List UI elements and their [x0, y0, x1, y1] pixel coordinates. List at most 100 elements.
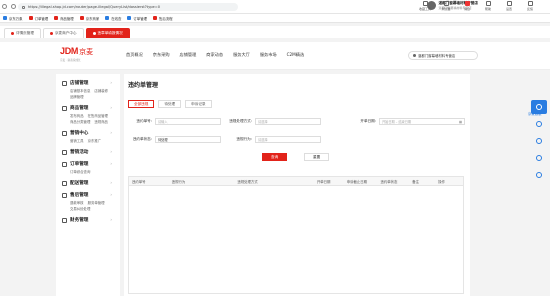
browser-topbar: https://illegal.shop.jd.com/router/page-… — [0, 0, 550, 14]
sidebar-group-title[interactable]: 营销中心 › — [62, 130, 120, 136]
chevron-right-icon: › — [110, 161, 112, 166]
box-icon — [62, 105, 67, 111]
bookmark[interactable]: 售后流程 — [152, 16, 173, 21]
sidebar-group-title[interactable]: 店铺管理 › — [62, 80, 120, 86]
browser-tabs: 详情页管理 京麦商户中心 违章单填报情况 — [0, 26, 550, 38]
sidebar-link[interactable]: 服务单管理 — [88, 200, 105, 205]
type-select[interactable]: 请选择 — [255, 118, 321, 125]
sidebar-link[interactable]: 交易纠纷处理 — [70, 206, 90, 211]
sidebar-group-title[interactable]: 配送管理 › — [62, 180, 120, 186]
sidebar-group: 商品管理 › 发布商品 在售商品管理 商品分类管理 违规商品 — [56, 99, 120, 124]
bookmarks-bar: 京东万象 订单管理 商品管理 京东商家 在线查 订单管理 售后流程 — [0, 14, 550, 23]
tab-merchant[interactable]: 京麦商户中心 — [42, 28, 84, 38]
date-range-picker[interactable]: 开始日期 – 结束日期 ▦ — [379, 118, 465, 125]
table-header: 违约单号 违规行为 违规处理方式 开单日期 申诉截止日期 违约单状态 备注 操作 — [129, 177, 463, 186]
service-icon — [62, 192, 67, 198]
sidebar-link[interactable]: 营销工具 — [70, 138, 84, 143]
sidebar-link[interactable]: 在售商品管理 — [88, 113, 108, 118]
help-icon — [485, 1, 491, 6]
float-button[interactable] — [531, 134, 547, 148]
source-label: 违规行为: — [236, 137, 252, 141]
bookmark[interactable]: 京东商家 — [79, 16, 99, 21]
jdm-logo[interactable]: JDM京麦 京麦 · 助商家成长 — [60, 46, 102, 66]
toolbar-item[interactable]: 帮助 — [480, 1, 496, 11]
toolbar-item[interactable]: 浏览器 — [438, 1, 454, 11]
search-button[interactable]: 查询 — [262, 153, 288, 161]
nav-item[interactable]: 商家动态 — [206, 52, 223, 58]
bookmark-icon — [127, 16, 132, 20]
toolbar-item[interactable]: 反馈 — [522, 1, 538, 11]
sidebar-link[interactable]: 退款审核 — [70, 200, 84, 205]
tab-violation[interactable]: 违章单填报情况 — [85, 28, 130, 38]
sidebar-link[interactable]: 商品分类管理 — [70, 119, 90, 124]
reset-button[interactable]: 重置 — [304, 153, 330, 161]
sidebar-link[interactable]: 店铺装修 — [94, 88, 108, 93]
bookmark-icon — [54, 16, 59, 20]
url-text[interactable]: https://illegal.shop.jd.com/router/page-… — [28, 5, 160, 9]
sidebar-group: 营销活动 › — [56, 143, 120, 155]
bookmark-icon — [105, 16, 110, 20]
nav-buttons — [2, 4, 16, 9]
tab-appeal[interactable]: 申诉记录 — [185, 100, 212, 108]
toolbar-item[interactable]: 消息 — [459, 1, 475, 11]
bookmark[interactable]: 商品管理 — [54, 16, 74, 21]
bookmark[interactable]: 订单管理 — [127, 16, 147, 21]
form-row: 违约单号: 请输入 — [124, 118, 221, 125]
bookmark[interactable]: 订单管理 — [28, 16, 48, 21]
toolbar-item[interactable]: 收藏工具 — [417, 1, 433, 11]
phone-icon — [536, 121, 542, 127]
status-label: 违约单状态: — [132, 137, 152, 141]
status-select[interactable]: 待处理 — [155, 136, 221, 143]
store-selector[interactable]: 湛都门窗幕墙材料专营店 — [408, 51, 478, 60]
float-button[interactable] — [531, 168, 547, 182]
sidebar-link[interactable]: 发布商品 — [70, 113, 84, 118]
col-behavior: 违规行为 — [171, 179, 186, 184]
nav-item[interactable]: 服务市场 — [260, 52, 277, 58]
sidebar-group: 订单管理 › 订单综合查询 — [56, 155, 120, 174]
tab-pending[interactable]: 待处理 — [158, 100, 182, 108]
sidebar-group-title[interactable]: 营销活动 › — [62, 149, 120, 155]
refresh-icon[interactable] — [11, 4, 16, 9]
nav-item[interactable]: 京东采购 — [153, 52, 170, 58]
chevron-right-icon: › — [110, 192, 112, 197]
help-label[interactable]: 京麦客服 — [528, 111, 542, 116]
sidebar-link[interactable]: 京东推广 — [88, 138, 102, 143]
sidebar-group-title[interactable]: 商品管理 › — [62, 105, 120, 111]
sidebar-group-title[interactable]: 财务管理 › — [62, 217, 120, 223]
back-icon[interactable] — [2, 4, 7, 9]
sidebar-group-title[interactable]: 订单管理 › — [62, 161, 120, 167]
tab-icon — [49, 32, 53, 35]
nav-item[interactable]: 首页概况 — [126, 52, 143, 58]
toolbar-item[interactable]: 设置 — [501, 1, 517, 11]
date-label: 开单日期: — [360, 119, 376, 123]
chevron-right-icon: › — [110, 105, 112, 110]
nav-item[interactable]: C2M精选 — [287, 52, 305, 58]
gift-icon — [62, 149, 67, 155]
col-remark: 备注 — [412, 179, 420, 184]
sidebar-group-title[interactable]: 售后管理 › — [62, 192, 120, 198]
sidebar-group: 售后管理 › 退款审核 服务单管理 交易纠纷处理 — [56, 186, 120, 211]
gear-icon — [506, 1, 512, 6]
tab-all[interactable]: 全部违规 — [128, 100, 155, 108]
browser-icon — [443, 1, 449, 6]
bookmark[interactable]: 在线查 — [105, 16, 121, 21]
float-button[interactable] — [531, 117, 547, 131]
sidebar-link[interactable]: 订单综合查询 — [70, 169, 90, 174]
megaphone-icon — [62, 130, 67, 136]
nav-item[interactable]: 服务大厅 — [233, 52, 250, 58]
type-label: 违规处理方式: — [229, 119, 252, 123]
sidebar-link[interactable]: 违规商品 — [94, 119, 108, 124]
bookmark[interactable]: 京东万象 — [3, 16, 23, 21]
address-bar[interactable]: https://illegal.shop.jd.com/router/page-… — [18, 3, 238, 11]
nav-item[interactable]: 店铺管理 — [180, 52, 197, 58]
sidebar-group: 店铺管理 › 店铺基本信息 店铺装修品牌管理 — [56, 74, 120, 99]
wallet-icon — [62, 217, 67, 223]
order-no-input[interactable]: 请输入 — [155, 118, 221, 125]
clipboard-icon — [62, 161, 67, 167]
float-button[interactable] — [531, 151, 547, 165]
feedback-icon — [527, 1, 533, 6]
tab-detail[interactable]: 详情页管理 — [4, 28, 41, 38]
sidebar-link[interactable]: 店铺基本信息 — [70, 88, 90, 93]
sidebar-link[interactable]: 品牌管理 — [70, 94, 84, 99]
source-select[interactable]: 请选择 — [255, 136, 321, 143]
